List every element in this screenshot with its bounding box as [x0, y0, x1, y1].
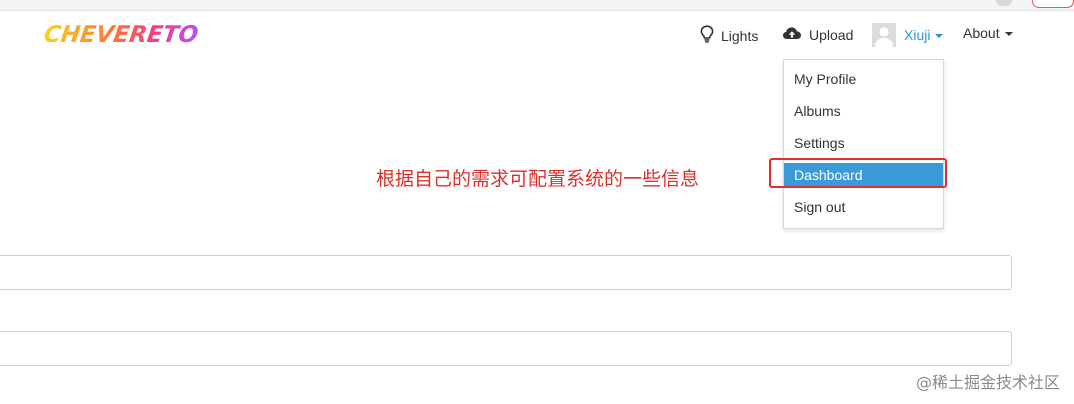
upload-label: Upload	[809, 26, 854, 43]
cloud-upload-icon	[782, 25, 802, 44]
chevron-down-icon	[1004, 32, 1013, 36]
browser-top-strip	[0, 0, 1074, 11]
text-input-field[interactable]	[0, 255, 1012, 290]
lights-button[interactable]: Lights	[700, 25, 758, 46]
user-dropdown-menu: My Profile Albums Settings Dashboard Sig…	[783, 59, 944, 229]
browser-control-icon[interactable]	[996, 0, 1012, 6]
top-navbar: CHEVERETO Lights Upload Xiuji About	[0, 11, 1074, 59]
about-label: About	[963, 25, 1000, 41]
user-name: Xiuji	[904, 27, 931, 43]
watermark: @稀土掘金技术社区	[915, 373, 1060, 392]
menu-item-sign-out[interactable]: Sign out	[784, 195, 943, 219]
annotation-text: 根据自己的需求可配置系统的一些信息	[376, 168, 700, 190]
avatar	[872, 23, 896, 47]
lightbulb-icon	[700, 25, 714, 46]
lights-label: Lights	[721, 27, 759, 44]
menu-item-settings[interactable]: Settings	[784, 131, 943, 155]
user-menu-toggle[interactable]: Xiuji	[872, 23, 944, 47]
chevron-down-icon	[935, 34, 944, 38]
user-silhouette-icon	[875, 27, 893, 47]
site-logo[interactable]: CHEVERETO	[42, 22, 200, 48]
annotation-highlight-box	[769, 158, 947, 188]
upload-button[interactable]: Upload	[782, 25, 853, 44]
menu-item-my-profile[interactable]: My Profile	[784, 67, 943, 91]
text-input-field[interactable]	[0, 331, 1012, 366]
browser-action-button[interactable]	[1032, 0, 1074, 8]
about-menu-toggle[interactable]: About	[963, 25, 1013, 41]
menu-item-albums[interactable]: Albums	[784, 99, 943, 123]
